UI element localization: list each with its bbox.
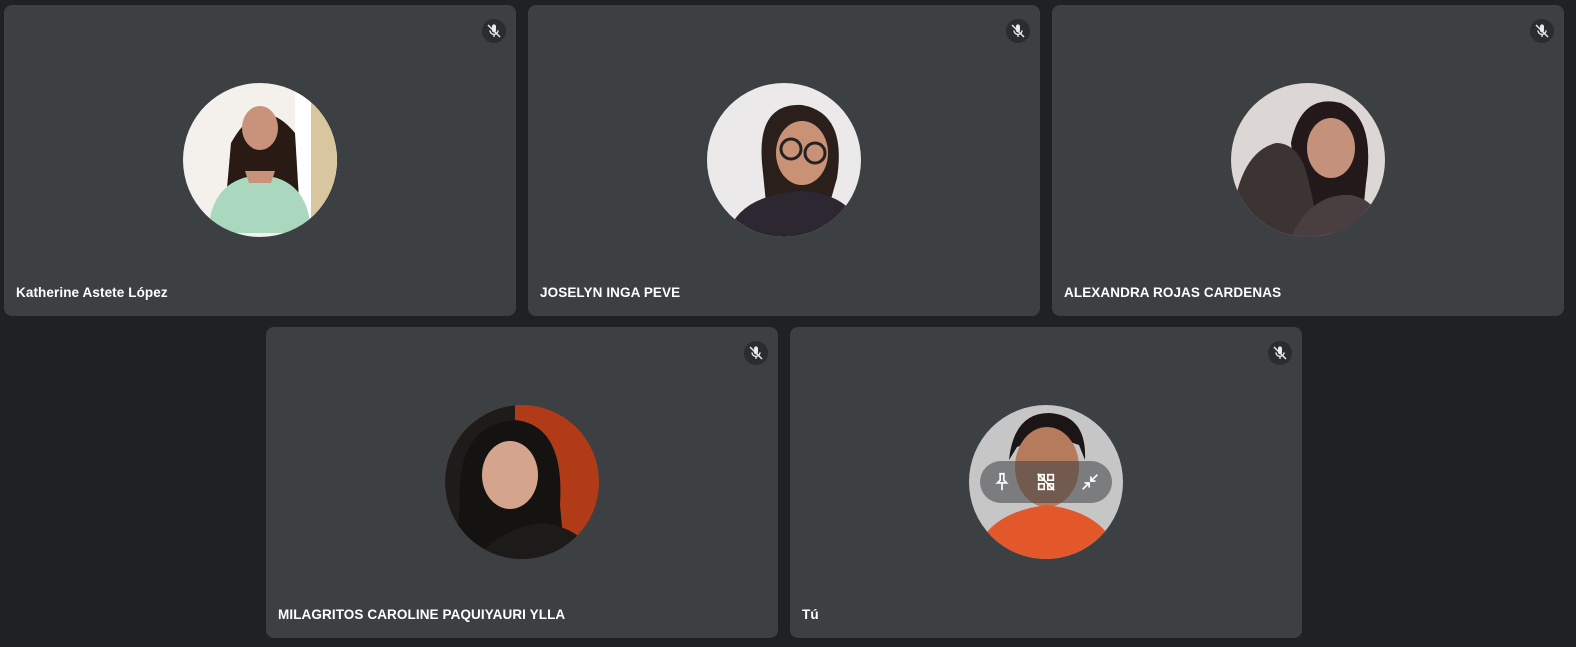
participant-name: JOSELYN INGA PEVE (540, 285, 681, 300)
minimize-icon[interactable] (1072, 464, 1108, 500)
muted-mic-icon (1268, 341, 1292, 365)
participant-tile-joselyn[interactable]: JOSELYN INGA PEVE (528, 5, 1040, 316)
participant-name: MILAGRITOS CAROLINE PAQUIYAURI YLLA (278, 607, 566, 622)
participant-tile-alexandra[interactable]: ALEXANDRA ROJAS CARDENAS (1052, 5, 1564, 316)
participant-name: Tú (802, 607, 819, 622)
muted-mic-icon (744, 341, 768, 365)
pin-icon[interactable] (984, 464, 1020, 500)
participant-tile-milagritos[interactable]: MILAGRITOS CAROLINE PAQUIYAURI YLLA (266, 327, 778, 638)
muted-mic-icon (1006, 19, 1030, 43)
avatar (445, 405, 599, 559)
avatar (969, 405, 1123, 559)
muted-mic-icon (482, 19, 506, 43)
participant-tile-katherine[interactable]: Katherine Astete López (4, 5, 516, 316)
avatar (1231, 83, 1385, 237)
remove-from-grid-icon[interactable] (1028, 464, 1064, 500)
avatar (183, 83, 337, 237)
tile-overlay-controls (980, 461, 1112, 503)
participant-name: Katherine Astete López (16, 285, 168, 300)
muted-mic-icon (1530, 19, 1554, 43)
participant-tile-self[interactable]: Tú (790, 327, 1302, 638)
avatar (707, 83, 861, 237)
participant-name: ALEXANDRA ROJAS CARDENAS (1064, 285, 1282, 300)
